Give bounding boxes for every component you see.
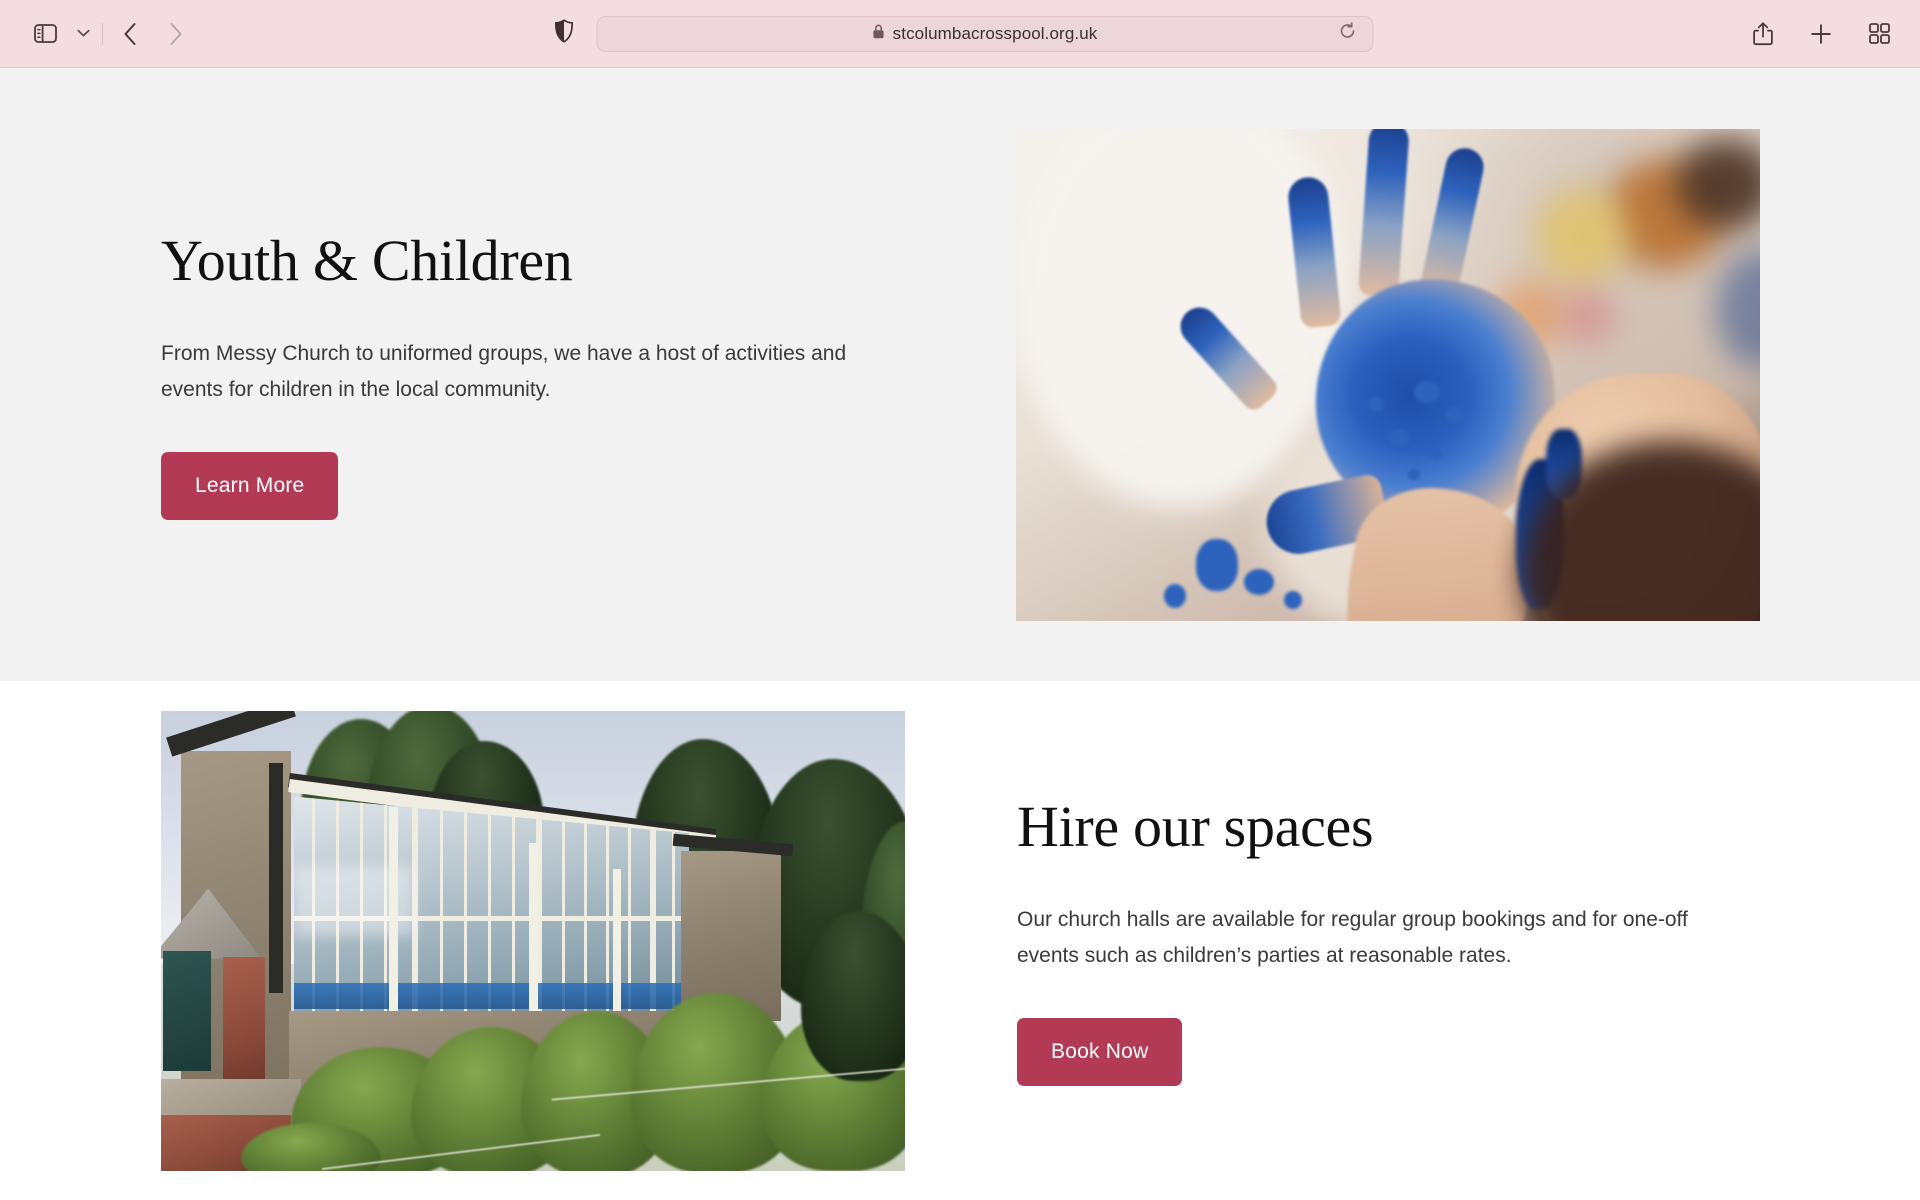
page-content: Youth & Children From Messy Church to un… <box>0 68 1920 1200</box>
sidebar-toggle-button[interactable] <box>22 14 68 54</box>
address-bar[interactable]: stcolumbacrosspool.org.uk <box>596 15 1374 52</box>
hire-heading: Hire our spaces <box>1017 793 1374 859</box>
share-icon <box>1753 21 1773 46</box>
hire-media-column <box>0 710 960 1171</box>
privacy-shield-icon <box>554 19 573 48</box>
chevron-left-icon <box>123 22 137 46</box>
hire-text-column: Hire our spaces Our church halls are ava… <box>960 793 1920 1087</box>
toolbar-divider <box>102 22 103 45</box>
toolbar-center-group: stcolumbacrosspool.org.uk <box>547 15 1374 52</box>
book-now-button[interactable]: Book Now <box>1017 1018 1183 1087</box>
lock-icon <box>873 24 885 44</box>
youth-body-text: From Messy Church to uniformed groups, w… <box>161 341 847 401</box>
hire-body-text: Our church halls are available for regul… <box>1017 907 1688 967</box>
reload-button[interactable] <box>1335 21 1361 47</box>
tab-group-menu-button[interactable] <box>68 14 98 54</box>
new-tab-button[interactable] <box>1798 14 1844 54</box>
chevron-right-icon <box>169 22 183 46</box>
youth-text-column: Youth & Children From Messy Church to un… <box>0 227 960 521</box>
youth-heading: Youth & Children <box>161 227 573 293</box>
browser-toolbar: stcolumbacrosspool.org.uk <box>0 0 1920 68</box>
section-youth-and-children: Youth & Children From Messy Church to un… <box>0 68 1920 681</box>
section-hire-our-spaces: Hire our spaces Our church halls are ava… <box>0 681 1920 1200</box>
toolbar-left-group <box>0 14 199 54</box>
share-button[interactable] <box>1740 14 1786 54</box>
toolbar-right-group <box>1740 14 1902 54</box>
privacy-report-button[interactable] <box>547 17 581 51</box>
sidebar-icon <box>33 24 57 43</box>
plus-icon <box>1810 23 1832 45</box>
address-bar-content: stcolumbacrosspool.org.uk <box>873 24 1098 44</box>
tab-overview-button[interactable] <box>1856 14 1902 54</box>
child-hands-blue-paint-image <box>1016 128 1760 621</box>
back-button[interactable] <box>107 14 153 54</box>
reload-icon <box>1339 22 1357 45</box>
address-bar-url: stcolumbacrosspool.org.uk <box>892 23 1098 43</box>
chevron-down-icon <box>76 29 90 38</box>
church-hall-exterior-image <box>161 710 905 1171</box>
learn-more-button[interactable]: Learn More <box>161 452 339 521</box>
forward-button[interactable] <box>153 14 199 54</box>
tab-overview-icon <box>1868 23 1890 44</box>
hall-window-band <box>294 796 689 1027</box>
youth-media-column <box>960 128 1920 621</box>
